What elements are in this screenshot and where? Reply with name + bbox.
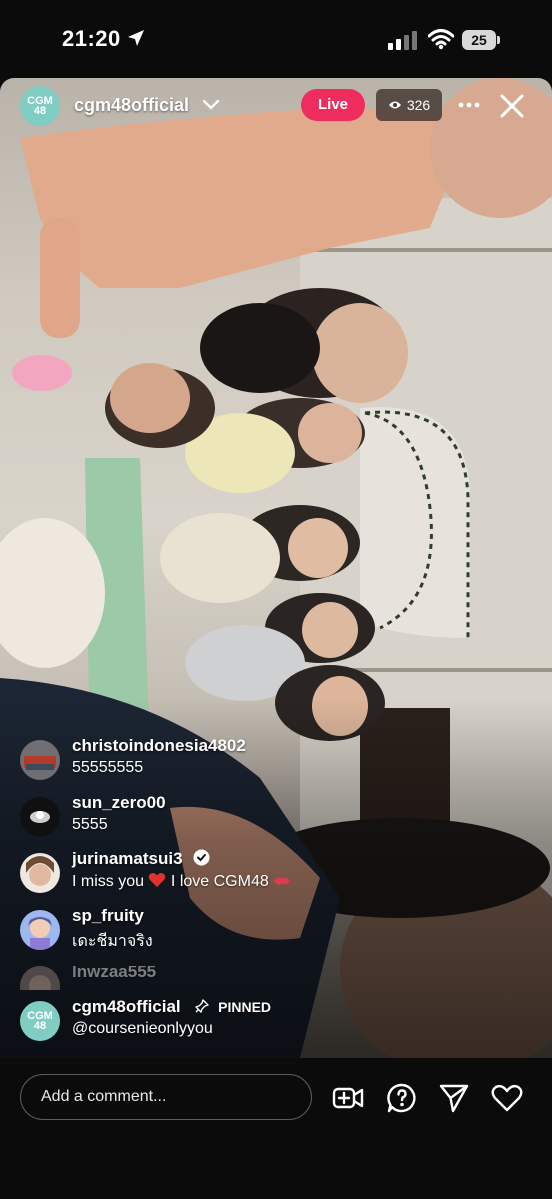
- comment-username[interactable]: lnwzaa555: [72, 966, 156, 982]
- verified-icon: [193, 849, 210, 866]
- kiss-emoji-icon: [274, 877, 291, 885]
- comment-username: cgm48official PINNED: [72, 997, 271, 1017]
- list-item: sun_zero00 5555: [20, 793, 540, 843]
- pinned-avatar-text: CGM 48: [27, 1010, 53, 1032]
- host-avatar-text: CGM 48: [27, 95, 53, 117]
- pin-icon: [195, 999, 210, 1013]
- wifi-icon: [428, 29, 454, 50]
- comment-text-part-2: I love CGM48: [170, 873, 269, 890]
- pinned-tag: PINNED: [218, 999, 272, 1015]
- avatar[interactable]: [20, 797, 60, 837]
- pinned-comment: CGM 48 cgm48official PINNED @coursenieon…: [20, 997, 540, 1047]
- comment-text: I miss you I love CGM48: [72, 872, 291, 891]
- comment-text: 55555555: [72, 759, 144, 776]
- send-icon[interactable]: [438, 1082, 470, 1114]
- comment-username[interactable]: sp_fruity: [72, 906, 144, 926]
- eye-icon: [388, 101, 401, 109]
- comment-text: 5555: [72, 816, 108, 833]
- heart-emoji-icon: [149, 873, 166, 887]
- avatar[interactable]: [20, 966, 60, 990]
- host-username[interactable]: cgm48official: [74, 95, 189, 116]
- avatar[interactable]: CGM 48: [20, 1001, 60, 1041]
- battery-cap: [497, 36, 500, 44]
- more-icon[interactable]: [456, 94, 482, 116]
- battery-indicator: 25: [462, 30, 496, 50]
- signal-icon: [388, 31, 417, 50]
- list-item: lnwzaa555: [20, 966, 540, 990]
- viewer-count-value: 326: [406, 97, 431, 113]
- status-time: 21:20: [62, 26, 121, 51]
- live-badge: Live: [301, 89, 365, 121]
- list-item: jurinamatsui3 I miss you I love CGM48: [20, 849, 540, 899]
- add-video-icon[interactable]: [332, 1082, 364, 1114]
- comment-username[interactable]: sun_zero00: [72, 793, 166, 813]
- bottom-bar: Add a comment...: [0, 1058, 552, 1199]
- host-avatar[interactable]: CGM 48: [20, 86, 60, 126]
- avatar[interactable]: [20, 910, 60, 950]
- chevron-down-icon[interactable]: [202, 97, 220, 111]
- viewer-count[interactable]: 326: [376, 89, 442, 121]
- comment-username[interactable]: christoindonesia4802: [72, 736, 246, 756]
- avatar[interactable]: [20, 740, 60, 780]
- pinned-text[interactable]: @coursenieonlyyou: [72, 1020, 213, 1038]
- list-item: christoindonesia4802 55555555: [20, 736, 540, 786]
- comment-text: เดะชีมาจริง: [72, 933, 153, 950]
- comment-input[interactable]: Add a comment...: [20, 1074, 312, 1120]
- comment-username: jurinamatsui3: [72, 849, 210, 869]
- location-arrow-icon: [128, 30, 144, 46]
- avatar[interactable]: [20, 853, 60, 893]
- comment-text-part-1: I miss you: [72, 873, 145, 890]
- list-item: sp_fruity เดะชีมาจริง: [20, 906, 540, 956]
- close-icon[interactable]: [498, 92, 526, 120]
- pinned-username[interactable]: cgm48official: [72, 997, 181, 1016]
- status-bar: 21:20 25: [0, 0, 552, 78]
- question-icon[interactable]: [386, 1082, 418, 1114]
- comment-username-text[interactable]: jurinamatsui3: [72, 849, 183, 868]
- heart-icon[interactable]: [491, 1082, 523, 1114]
